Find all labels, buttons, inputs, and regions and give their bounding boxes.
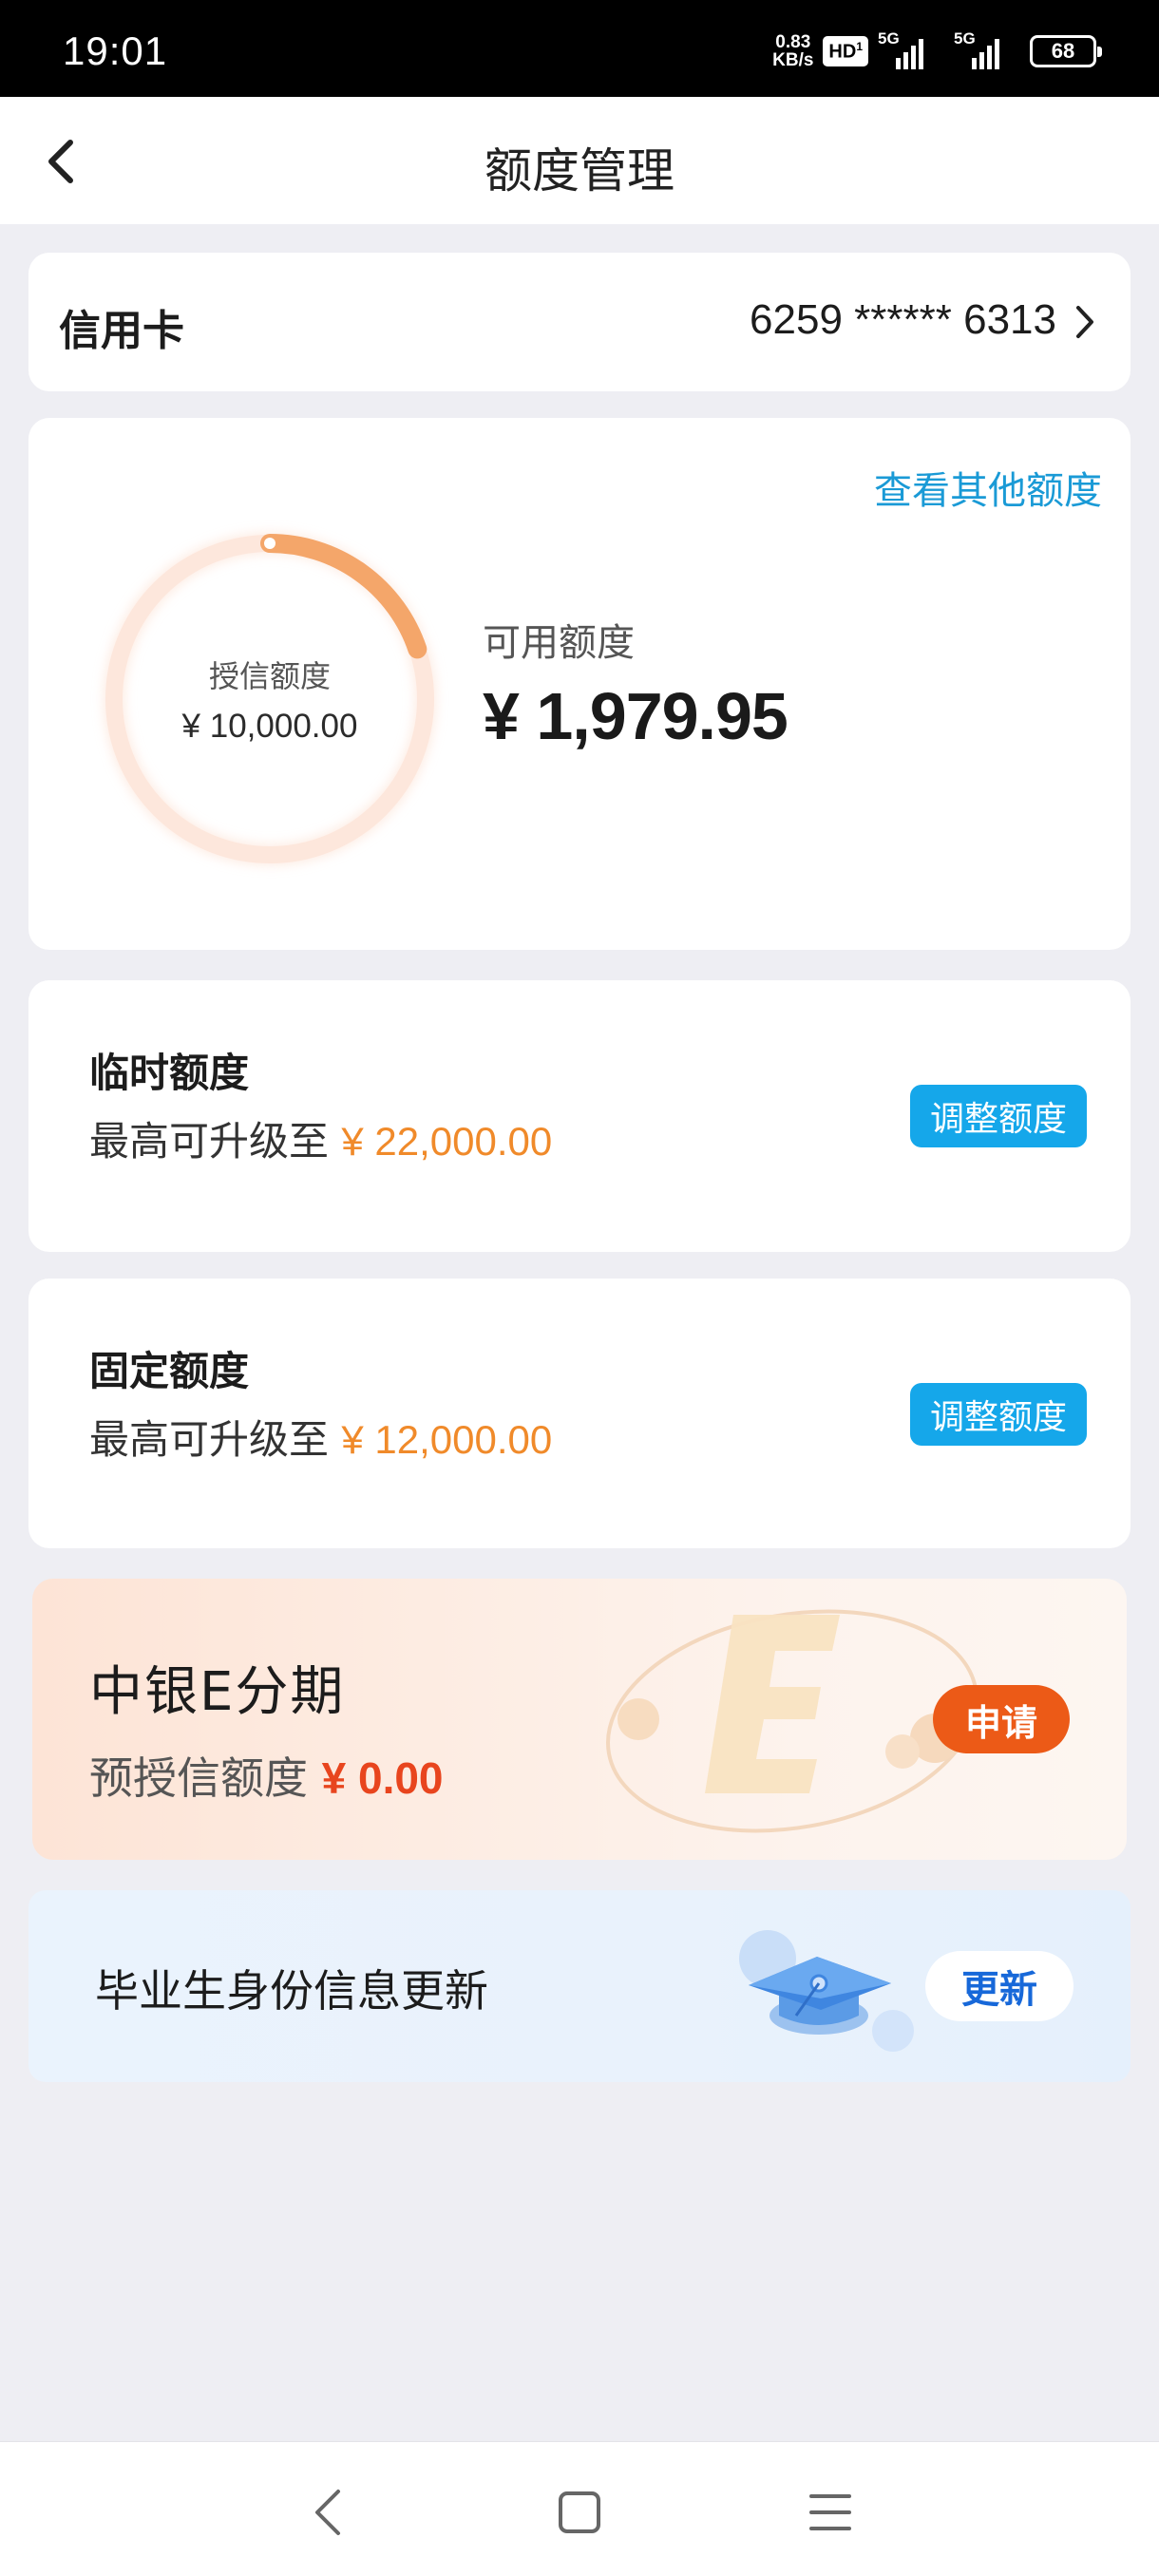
graduation-cap-icon bbox=[739, 1930, 914, 2052]
signal-strength-icon: 5G bbox=[878, 29, 944, 69]
installment-amount: ¥ 0.00 bbox=[321, 1753, 444, 1803]
graduate-update-banner[interactable]: 毕业生身份信息更新 更新 bbox=[28, 1890, 1130, 2082]
adjust-temporary-limit-button[interactable]: 调整额度 bbox=[910, 1085, 1087, 1147]
status-bar: 19:01 0.83 KB/s HD1 5G 5G 68 bbox=[0, 0, 1159, 97]
temporary-limit-desc: 最高可升级至 ¥ 22,000.00 bbox=[89, 1109, 552, 1167]
fixed-limit-desc-prefix: 最高可升级至 bbox=[89, 1416, 330, 1463]
available-limit-label: 可用额度 bbox=[483, 621, 635, 665]
signal-label-2: 5G bbox=[954, 29, 976, 47]
system-back-button[interactable] bbox=[291, 2474, 367, 2550]
system-home-button[interactable] bbox=[542, 2474, 618, 2550]
network-speed-value: 0.83 bbox=[775, 32, 811, 52]
fixed-limit-desc: 最高可升级至 ¥ 12,000.00 bbox=[89, 1408, 552, 1466]
limit-overview-card: 查看其他额度 授信额度 ¥ 10,000.00 可用额度 ¥ 1,979.95 bbox=[28, 418, 1130, 950]
graduate-update-text: 毕业生身份信息更新 bbox=[95, 1965, 488, 2017]
installment-banner[interactable]: 中银E分期 预授信额度 ¥ 0.00 申请 bbox=[32, 1579, 1127, 1860]
installment-desc: 预授信额度 ¥ 0.00 bbox=[89, 1744, 444, 1807]
credit-limit-label: 授信额度 bbox=[208, 658, 331, 694]
signal-strength-icon-2: 5G bbox=[954, 29, 1020, 69]
header: 额度管理 bbox=[0, 97, 1159, 224]
installment-desc-prefix: 预授信额度 bbox=[89, 1752, 308, 1804]
status-icons: 0.83 KB/s HD1 5G 5G 68 bbox=[772, 28, 1102, 74]
installment-title: 中银E分期 bbox=[89, 1661, 346, 1723]
card-number: 6259 ****** 6313 bbox=[750, 296, 1056, 343]
available-limit-value: ¥ 1,979.95 bbox=[483, 679, 788, 753]
signal-label: 5G bbox=[878, 29, 900, 47]
update-button[interactable]: 更新 bbox=[925, 1951, 1074, 2021]
ring-center: 授信额度 ¥ 10,000.00 bbox=[86, 515, 454, 883]
temporary-limit-amount: ¥ 22,000.00 bbox=[341, 1119, 553, 1164]
apply-button[interactable]: 申请 bbox=[933, 1685, 1070, 1753]
battery-icon: 68 bbox=[1030, 35, 1102, 67]
card-type-label: 信用卡 bbox=[59, 307, 184, 355]
adjust-fixed-limit-button[interactable]: 调整额度 bbox=[910, 1383, 1087, 1446]
temporary-limit-desc-prefix: 最高可升级至 bbox=[89, 1118, 330, 1165]
hd-voice-icon: HD1 bbox=[823, 35, 868, 67]
status-time: 19:01 bbox=[63, 28, 168, 73]
system-menu-button[interactable] bbox=[792, 2474, 868, 2550]
view-other-limits-link[interactable]: 查看其他额度 bbox=[874, 460, 1102, 515]
system-navigation-bar bbox=[0, 2441, 1159, 2576]
hd-label: HD bbox=[828, 41, 857, 63]
network-speed: 0.83 KB/s bbox=[772, 33, 813, 69]
home-icon bbox=[559, 2491, 600, 2533]
network-speed-unit: KB/s bbox=[772, 50, 814, 70]
temporary-limit-title: 临时额度 bbox=[89, 1050, 250, 1096]
fixed-limit-amount: ¥ 12,000.00 bbox=[341, 1417, 553, 1462]
page-title: 额度管理 bbox=[484, 143, 674, 199]
fixed-limit-title: 固定额度 bbox=[89, 1348, 250, 1394]
card-selector[interactable]: 信用卡 6259 ****** 6313 bbox=[28, 253, 1130, 391]
chevron-right-icon bbox=[1066, 300, 1104, 344]
back-icon bbox=[315, 2490, 340, 2535]
battery-level: 68 bbox=[1051, 39, 1075, 63]
temporary-limit-card: 临时额度 最高可升级至 ¥ 22,000.00 调整额度 bbox=[28, 980, 1130, 1252]
fixed-limit-card: 固定额度 最高可升级至 ¥ 12,000.00 调整额度 bbox=[28, 1279, 1130, 1548]
menu-icon bbox=[809, 2494, 851, 2530]
credit-limit-value: ¥ 10,000.00 bbox=[181, 708, 358, 745]
credit-limit-ring: 授信额度 ¥ 10,000.00 bbox=[86, 515, 454, 883]
